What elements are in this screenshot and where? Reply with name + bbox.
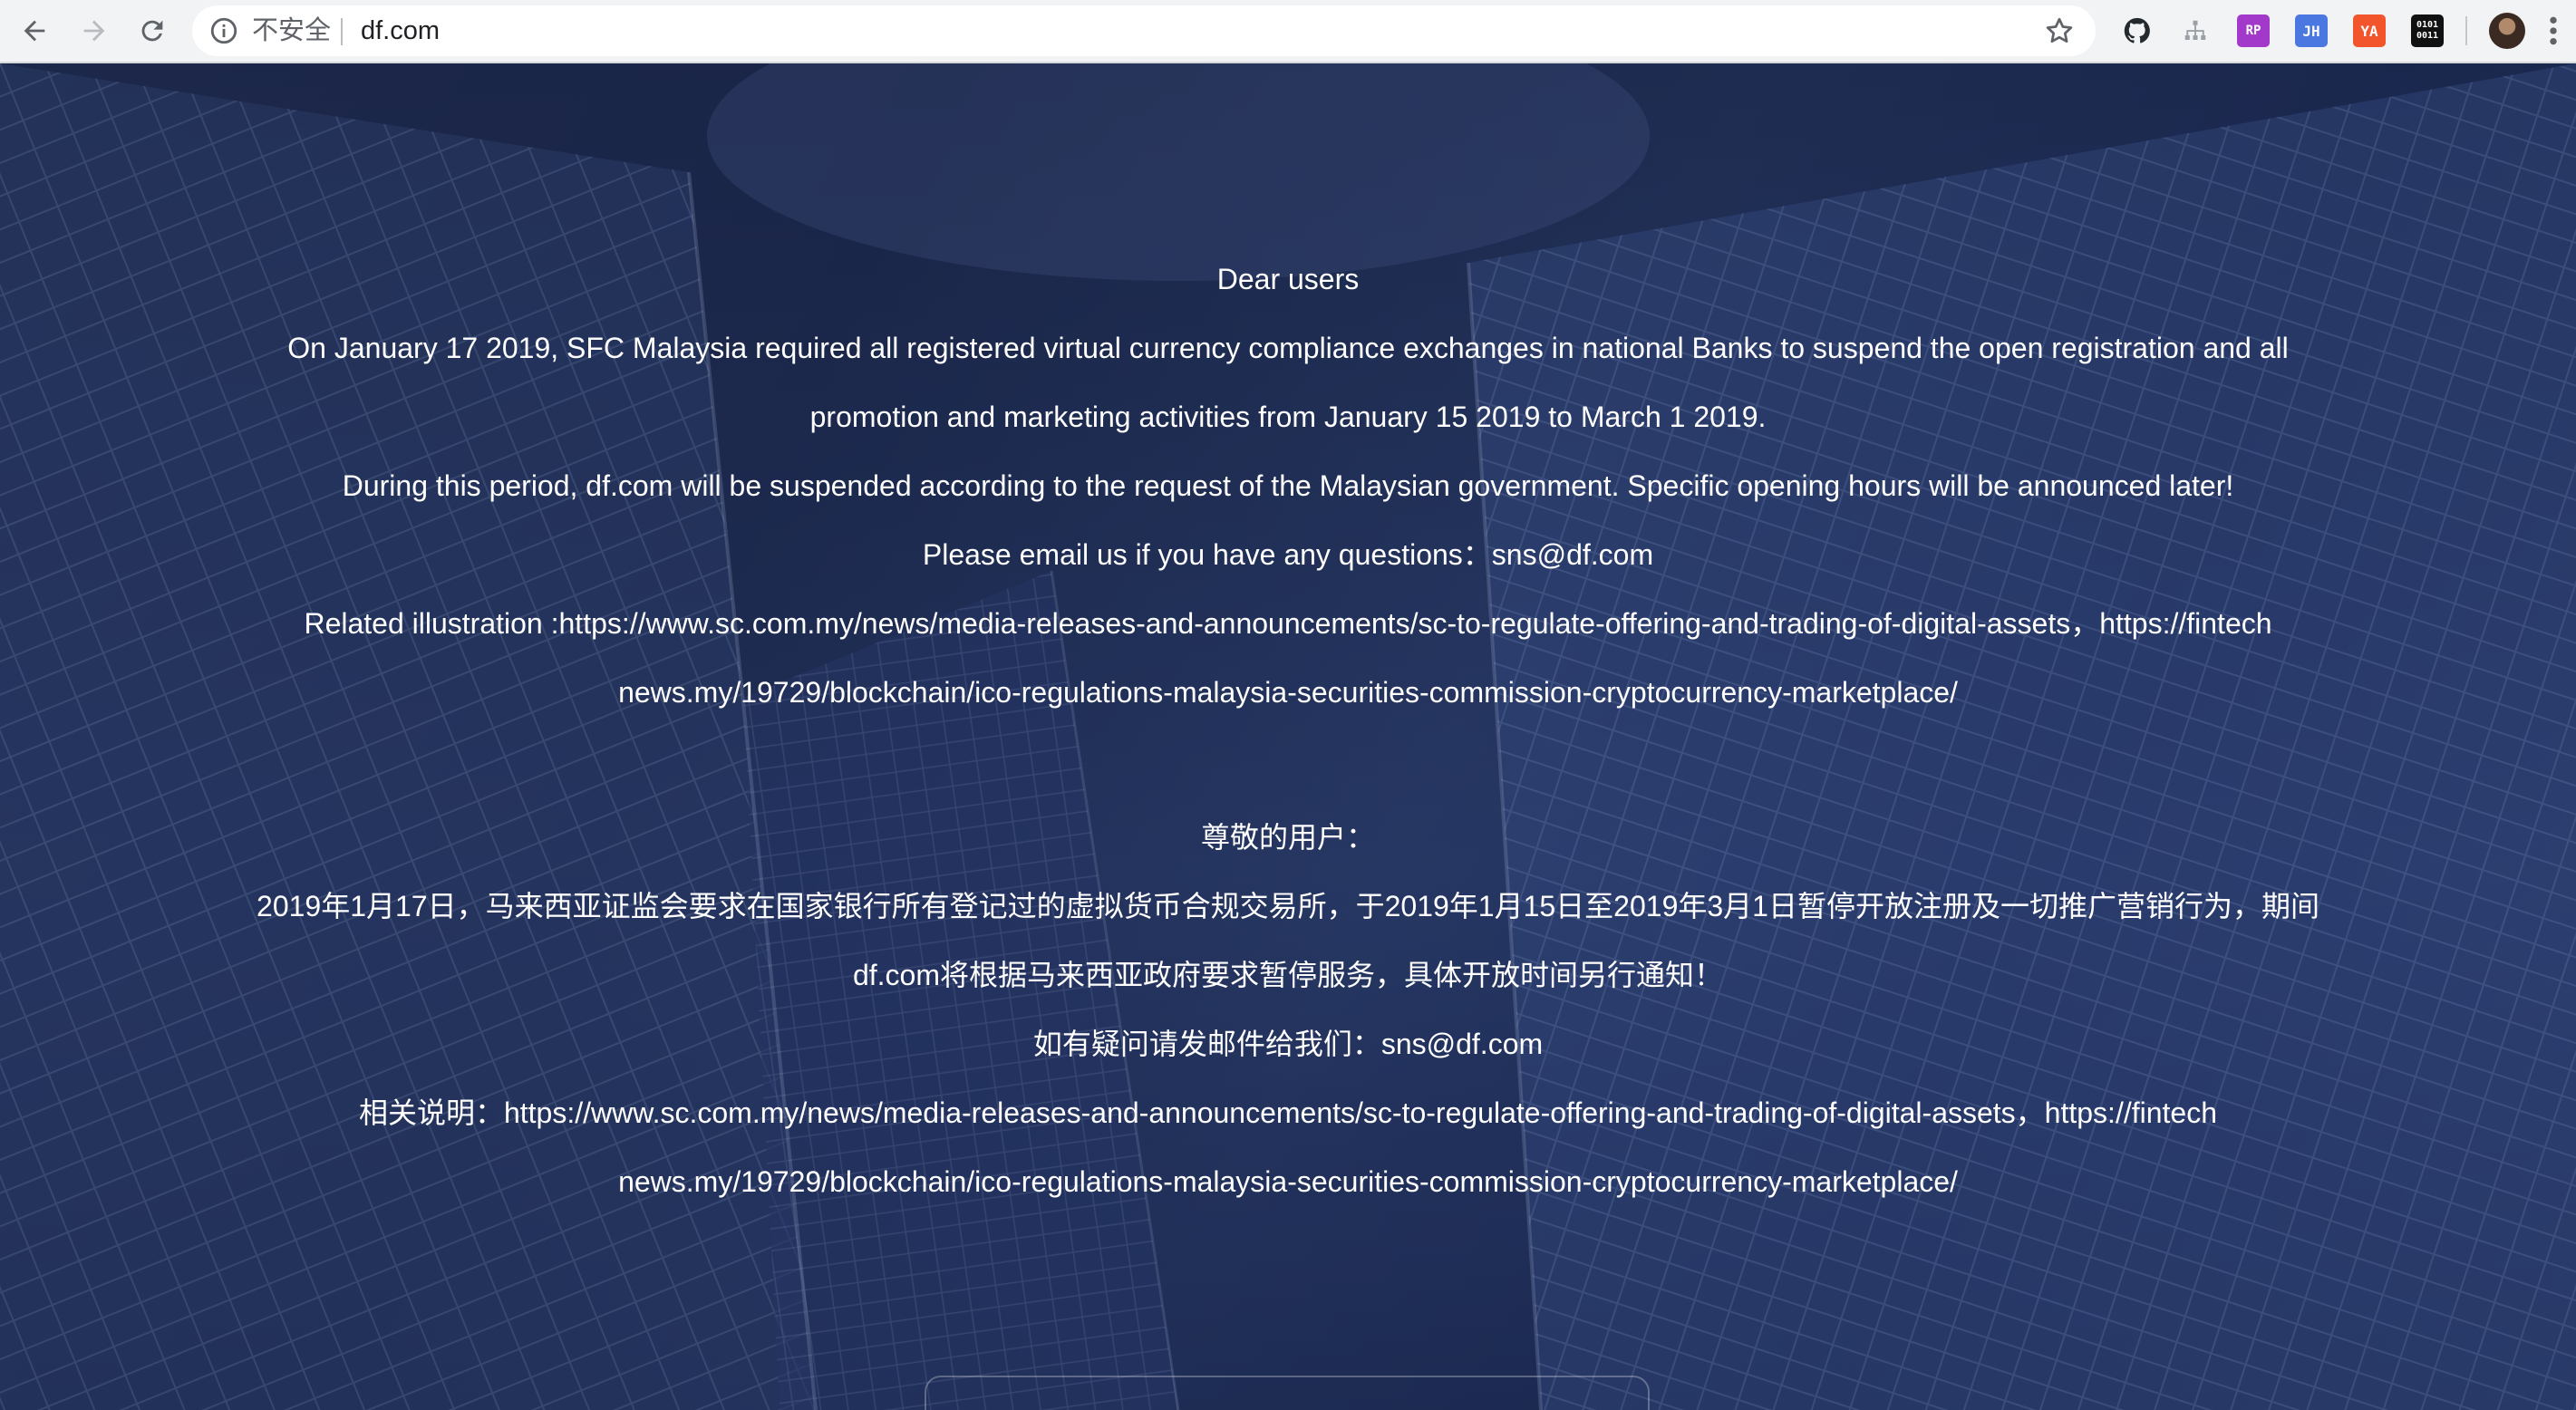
rp-extension-icon[interactable]: RP (2237, 14, 2270, 47)
sitemap-extension-icon[interactable] (2179, 14, 2212, 47)
suspension-notice: Dear users On January 17 2019, SFC Malay… (109, 245, 2467, 1216)
jh-extension-icon[interactable]: JH (2295, 14, 2328, 47)
notice-text-zh-1: 2019年1月17日，马来西亚证监会要求在国家银行所有登记过的虚拟货币合规交易所… (257, 890, 2319, 922)
notice-links-en-1: Related illustration :https://www.sc.com… (304, 607, 2272, 640)
notice-text-en-3: During this period, df.com will be suspe… (342, 469, 2234, 502)
notice-links-zh-2: news.my/19729/blockchain/ico-regulations… (618, 1165, 1958, 1198)
page-background: Dear users On January 17 2019, SFC Malay… (0, 63, 2576, 1410)
yapi-extension-icon[interactable]: YA (2353, 14, 2386, 47)
toolbar-divider (2465, 16, 2467, 45)
back-arrow-icon[interactable] (15, 11, 54, 51)
security-status-label[interactable]: 不安全 (252, 5, 331, 56)
bookmark-star-icon[interactable] (2043, 14, 2076, 47)
address-bar[interactable]: 不安全 df.com (192, 5, 2096, 56)
notice-greeting-en: Dear users (1216, 263, 1360, 295)
notice-email-zh: 如有疑问请发邮件给我们：sns@df.com (1032, 1028, 1544, 1060)
bottom-panel (925, 1376, 1650, 1410)
more-menu-icon[interactable] (2538, 13, 2569, 49)
notice-email-en: Please email us if you have any question… (922, 538, 1654, 571)
reload-icon[interactable] (132, 11, 172, 51)
notice-links-en-2: news.my/19729/blockchain/ico-regulations… (618, 676, 1958, 709)
binary-extension-icon[interactable]: 0101 0011 (2411, 14, 2444, 47)
notice-text-en-1: On January 17 2019, SFC Malaysia require… (287, 332, 2289, 364)
notice-links-zh-1: 相关说明：https://www.sc.com.my/news/media-re… (358, 1096, 2218, 1129)
github-extension-icon[interactable] (2121, 14, 2154, 47)
url-text[interactable]: df.com (361, 5, 440, 56)
profile-avatar[interactable] (2489, 13, 2525, 49)
address-divider (341, 18, 343, 45)
notice-text-en-2: promotion and marketing activities from … (809, 401, 1767, 433)
forward-arrow-icon[interactable] (74, 11, 114, 51)
notice-text-zh-2: df.com将根据马来西亚政府要求暂停服务，具体开放时间另行通知！ (852, 959, 1724, 991)
notice-greeting-zh: 尊敬的用户： (1200, 821, 1375, 854)
browser-toolbar: 不安全 df.com RP JH YA 0101 0011 (0, 0, 2576, 63)
info-icon[interactable] (208, 15, 239, 46)
